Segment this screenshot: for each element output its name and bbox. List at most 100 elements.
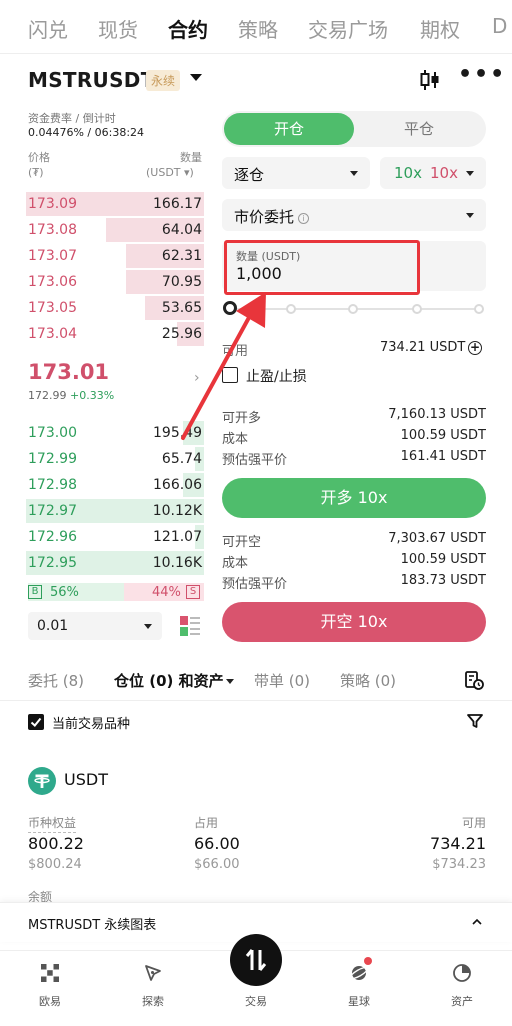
long-liq-label: 预估强平价 bbox=[222, 453, 288, 468]
info-icon[interactable]: i bbox=[298, 213, 310, 224]
precision-value: 0.01 bbox=[37, 618, 69, 634]
close-position-tab[interactable]: 平仓 bbox=[354, 113, 484, 145]
tab-positions-assets[interactable]: 仓位 (0) 和资产 bbox=[114, 670, 234, 691]
tab-strategies[interactable]: 策略 (0) bbox=[340, 670, 396, 691]
chart-drawer-title: MSTRUSDT 永续图表 bbox=[28, 918, 157, 933]
tab-orders[interactable]: 委托 (8) bbox=[28, 670, 84, 691]
bid-qty: 195.49 bbox=[153, 425, 202, 441]
last-price[interactable]: 173.01 bbox=[28, 360, 109, 384]
open-position-tab[interactable]: 开仓 bbox=[224, 113, 354, 145]
bid-row[interactable]: 172.97 10.12K bbox=[26, 499, 204, 523]
precision-select[interactable]: 0.01 bbox=[28, 612, 162, 640]
chevron-down-icon bbox=[225, 679, 234, 684]
slider-handle[interactable] bbox=[223, 301, 237, 315]
slider-step-25[interactable] bbox=[286, 304, 296, 314]
ask-row[interactable]: 173.04 25.96 bbox=[26, 322, 204, 346]
nav-home[interactable]: 欧易 bbox=[0, 951, 100, 1026]
chevron-down-icon bbox=[466, 171, 474, 176]
max-long-value: 7,160.13 USDT bbox=[388, 407, 486, 422]
asset-available-usd: $734.23 bbox=[432, 857, 486, 872]
max-short-label: 可开空 bbox=[222, 535, 262, 550]
pair-name[interactable]: MSTRUSDT bbox=[28, 68, 155, 92]
open-long-button[interactable]: 开多 10x bbox=[222, 478, 486, 518]
current-pair-label[interactable]: 当前交易品种 bbox=[52, 713, 130, 732]
tab-copy-trades[interactable]: 带单 (0) bbox=[254, 670, 310, 691]
open-short-button[interactable]: 开空 10x bbox=[222, 602, 486, 642]
tab-swap[interactable]: 闪兑 bbox=[28, 14, 68, 43]
pair-dropdown-icon[interactable] bbox=[190, 74, 202, 81]
bid-row[interactable]: 172.96 121.07 bbox=[26, 525, 204, 549]
order-type-label: 市价委托 bbox=[234, 208, 295, 226]
short-liq-label: 预估强平价 bbox=[222, 577, 288, 592]
slider-step-75[interactable] bbox=[412, 304, 422, 314]
nav-assets[interactable]: 资产 bbox=[412, 951, 512, 1026]
equity-value: 800.22 bbox=[28, 834, 84, 853]
tab-spot[interactable]: 现货 bbox=[98, 14, 138, 43]
asset-name[interactable]: USDT bbox=[64, 770, 108, 789]
ask-price: 173.08 bbox=[28, 222, 77, 238]
tab-trading-square[interactable]: 交易广场 bbox=[308, 14, 388, 43]
bid-qty: 10.12K bbox=[152, 503, 202, 519]
ask-row[interactable]: 173.05 53.65 bbox=[26, 296, 204, 320]
more-options-icon[interactable]: ••• bbox=[458, 64, 504, 92]
bid-price: 173.00 bbox=[28, 425, 77, 441]
chevron-right-icon[interactable]: › bbox=[194, 370, 200, 386]
tab-options[interactable]: 期权 bbox=[420, 14, 460, 43]
tpsl-checkbox[interactable] bbox=[222, 367, 238, 383]
nav-planet[interactable]: 星球 bbox=[309, 951, 409, 1026]
trade-center-button[interactable] bbox=[230, 934, 282, 986]
long-cost-value: 100.59 USDT bbox=[400, 428, 486, 443]
ask-price: 173.07 bbox=[28, 248, 77, 264]
tpsl-label[interactable]: 止盈/止损 bbox=[246, 366, 307, 386]
short-leverage: 10x bbox=[430, 164, 458, 182]
assets-icon bbox=[453, 964, 471, 982]
pair-header: MSTRUSDT 永续 ••• bbox=[0, 60, 512, 100]
tab-strategy[interactable]: 策略 bbox=[238, 14, 278, 43]
bid-price: 172.98 bbox=[28, 477, 77, 493]
slider-step-100[interactable] bbox=[474, 304, 484, 314]
qty-header: 数量 bbox=[180, 151, 202, 164]
margin-mode-select[interactable]: 逐仓 bbox=[222, 157, 370, 189]
filter-icon[interactable] bbox=[466, 712, 484, 730]
bid-row[interactable]: 172.99 65.74 bbox=[26, 447, 204, 471]
orderbook-layout-icon[interactable] bbox=[178, 614, 202, 638]
ask-qty: 53.65 bbox=[161, 300, 202, 316]
bid-row[interactable]: 172.98 166.06 bbox=[26, 473, 204, 497]
bid-row[interactable]: 173.00 195.49 bbox=[26, 421, 204, 445]
max-long-label: 可开多 bbox=[222, 411, 262, 426]
perpetual-badge: 永续 bbox=[146, 70, 181, 91]
leverage-select[interactable]: 10x 10x bbox=[380, 157, 486, 189]
candlestick-chart-icon[interactable] bbox=[418, 68, 442, 92]
ask-row[interactable]: 173.09 166.17 bbox=[26, 192, 204, 216]
chevron-up-icon[interactable] bbox=[472, 917, 482, 927]
order-type-select[interactable]: 市价委托 i bbox=[222, 199, 486, 231]
ask-row[interactable]: 173.06 70.95 bbox=[26, 270, 204, 294]
trade-icon bbox=[245, 949, 267, 971]
slider-step-50[interactable] bbox=[348, 304, 358, 314]
ask-qty: 70.95 bbox=[161, 274, 202, 290]
qty-unit-selector[interactable]: (USDT ▾) bbox=[146, 166, 194, 179]
funding-value: 0.04476% / 06:38:24 bbox=[28, 126, 145, 139]
chevron-down-icon bbox=[466, 213, 474, 218]
ask-price: 173.05 bbox=[28, 300, 77, 316]
ask-row[interactable]: 173.07 62.31 bbox=[26, 244, 204, 268]
tab-more[interactable]: D bbox=[492, 14, 507, 38]
short-cost-label: 成本 bbox=[222, 556, 249, 571]
transfer-plus-icon[interactable]: + bbox=[468, 341, 482, 355]
nav-assets-label: 资产 bbox=[451, 995, 473, 1008]
order-history-icon[interactable] bbox=[464, 670, 484, 690]
order-type-value: 市价委托 i bbox=[234, 206, 310, 227]
bid-qty: 166.06 bbox=[153, 477, 202, 493]
ask-qty: 166.17 bbox=[153, 196, 202, 212]
equity-label[interactable]: 币种权益 bbox=[28, 814, 77, 833]
top-nav: 闪兑 现货 合约 策略 交易广场 期权 D bbox=[0, 0, 512, 54]
tab-futures[interactable]: 合约 bbox=[168, 14, 208, 43]
bid-price: 172.97 bbox=[28, 503, 77, 519]
bid-row[interactable]: 172.95 10.16K bbox=[26, 551, 204, 575]
ask-row[interactable]: 173.08 64.04 bbox=[26, 218, 204, 242]
current-pair-checkbox[interactable] bbox=[28, 714, 44, 730]
ask-qty: 62.31 bbox=[161, 248, 202, 264]
long-cost-label: 成本 bbox=[222, 432, 249, 447]
bid-qty: 65.74 bbox=[161, 451, 202, 467]
nav-explore[interactable]: 探索 bbox=[103, 951, 203, 1026]
